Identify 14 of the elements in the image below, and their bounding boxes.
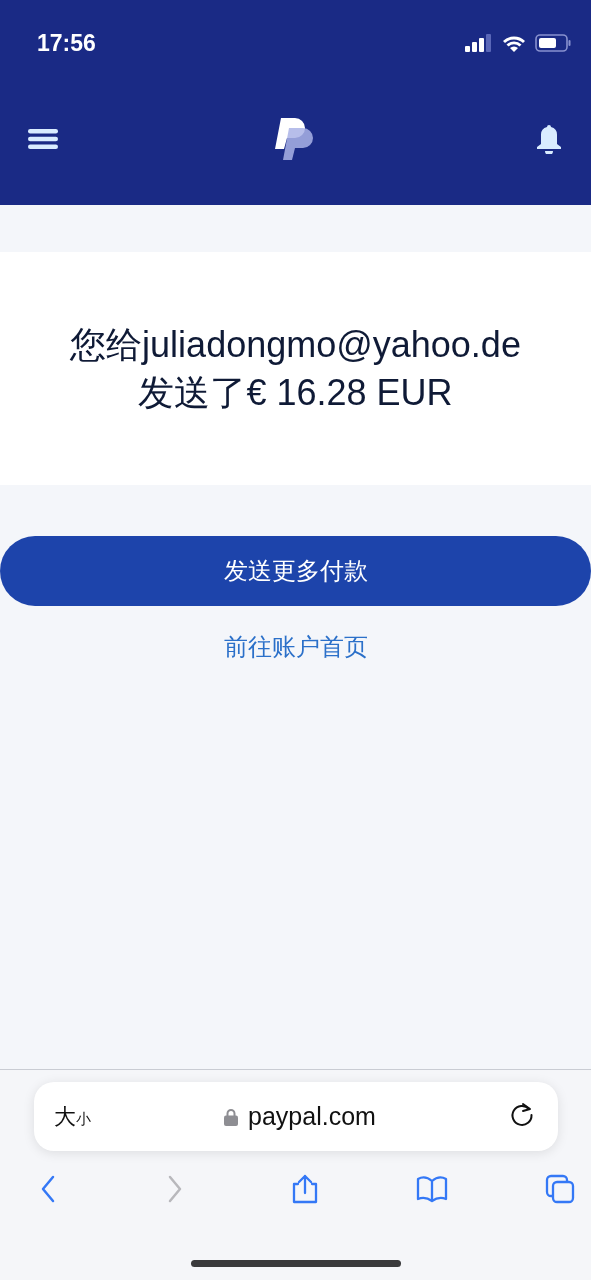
- battery-icon: [535, 34, 571, 52]
- confirmation-message: 您给juliadongmo@yahoo.de 发送了€ 16.28 EUR: [69, 322, 522, 415]
- bell-icon[interactable]: [535, 123, 563, 154]
- book-icon[interactable]: [416, 1173, 448, 1205]
- logo-icon[interactable]: [275, 115, 316, 162]
- account-home-link[interactable]: 前往账户首页: [223, 631, 368, 663]
- clock-time: 17:56: [37, 29, 96, 57]
- lock-icon: [224, 1107, 239, 1126]
- send-more-button[interactable]: 发送更多付款: [0, 536, 591, 606]
- wifi-icon: [502, 34, 526, 52]
- url-text: paypal.com: [248, 1102, 376, 1131]
- menu-icon[interactable]: [28, 127, 58, 150]
- tabs-icon[interactable]: [543, 1173, 576, 1205]
- signal-icon: [465, 34, 493, 52]
